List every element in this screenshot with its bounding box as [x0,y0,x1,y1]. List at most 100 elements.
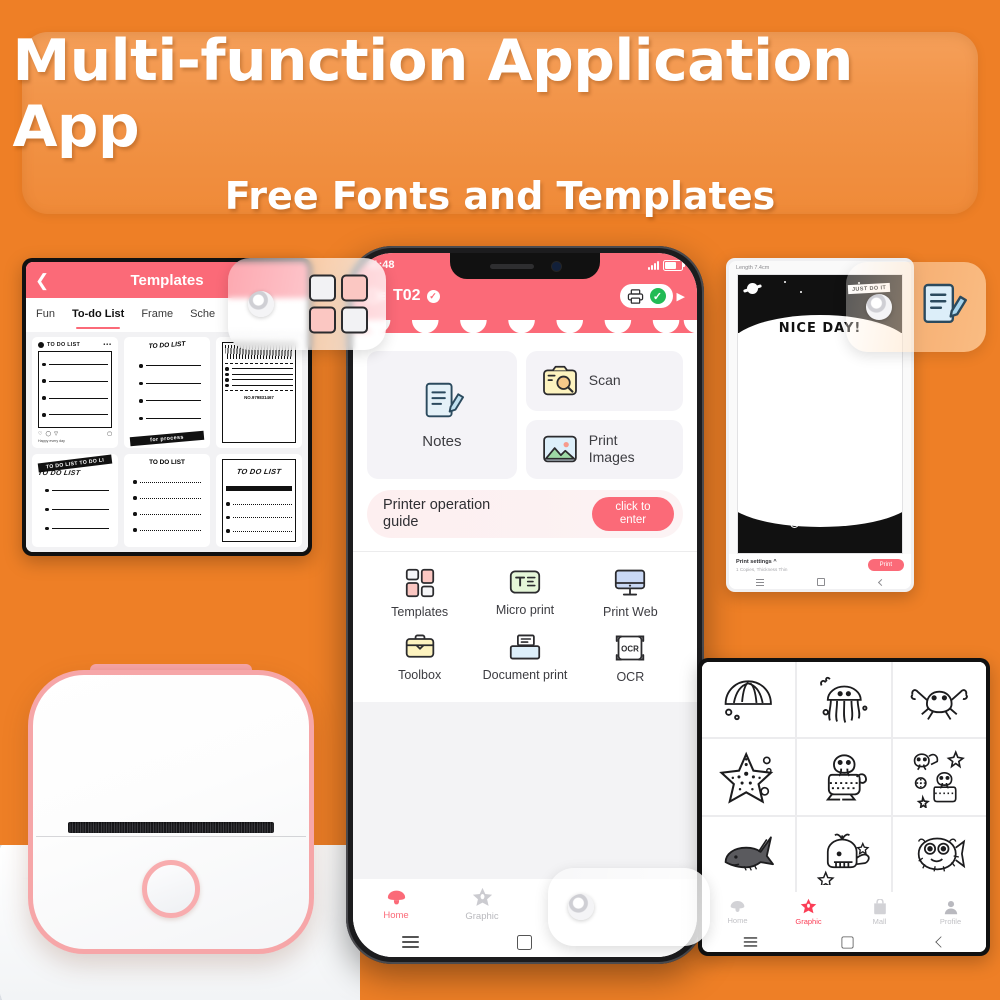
print-button[interactable]: Print [867,559,904,571]
more-dots-icon[interactable]: ••• [103,342,112,348]
template-thumbnail[interactable]: TO DO LIST [124,454,210,547]
notes-pencil-icon [425,383,464,418]
tab-home[interactable]: Home [702,899,773,925]
square-icon[interactable] [841,936,854,948]
tab-todo-list[interactable]: To-do List [72,308,124,329]
tab-schedule[interactable]: Sche [190,308,215,322]
tab-frame[interactable]: Frame [141,308,173,322]
thumb-body [130,353,204,431]
sticker-jellyfish[interactable] [797,662,891,738]
mini-thermal-printer [28,664,314,954]
sticker-starfish[interactable] [702,739,796,815]
print-settings-row: Print settings ^ 1 Copies, Thickness Thi… [729,554,911,575]
function-label: OCR [616,670,645,684]
template-thumbnail[interactable]: TO DO LIST for process [124,337,210,449]
function-document-print[interactable]: Document print [472,633,577,684]
monitor-web-icon [615,569,646,596]
tab-label: Home [727,916,748,925]
sticker-scallop-shell[interactable] [702,662,796,738]
quick-action-label: Scan [588,372,621,389]
print-settings-text[interactable]: Print settings ^ 1 Copies, Thickness Thi… [736,559,787,572]
tab-profile[interactable]: Profile [915,899,986,926]
mushroom-home-icon [730,901,745,912]
templates-badge [228,258,386,350]
square-icon[interactable] [817,578,826,586]
document-printer-icon [509,634,541,660]
sticker-shark[interactable] [702,816,796,892]
back-icon[interactable] [878,578,886,586]
check-circle-icon: ✓ [649,288,666,304]
connection-status[interactable]: ✓ ▶ [619,284,685,308]
toolbox-icon [405,634,434,658]
thumb-title: TO DO LIST [37,470,81,478]
tab-graphic[interactable]: Graphic [773,898,844,926]
printer-guide-bar[interactable]: Printer operation guide click to enter [367,490,683,538]
template-thumbnail[interactable]: NO.979831467 [216,337,302,449]
heart-icon: ♡ [38,431,43,438]
lens-icon [568,894,594,920]
graphics-screen: Home Graphic Mall Profile [702,662,986,952]
power-button-icon[interactable] [142,860,200,918]
sticker-crab[interactable] [892,662,986,738]
bullet-icon [38,342,44,348]
click-to-enter-button[interactable]: click to enter [592,497,674,531]
sticker-pufferfish[interactable] [892,816,986,892]
notes-badge [846,262,986,352]
bag-mall-icon [873,898,886,914]
quick-action-notes[interactable]: Notes [367,351,517,479]
grid-templates-icon [309,274,368,334]
menu-icon[interactable] [744,941,758,943]
chevron-right-icon[interactable]: ▶ [677,290,685,303]
thumb-footer-icons: ♡ ◯ ▽ ▢ [38,431,112,437]
sticker-whale[interactable] [797,816,891,892]
star-graphic-icon [472,887,492,906]
thumb-caption: for process [129,431,205,447]
grid-templates-icon [405,568,434,598]
mushroom-home-icon [387,890,405,904]
tab-home[interactable]: Home [353,888,439,921]
back-icon[interactable] [934,936,947,948]
bottom-tabbar: Home Graphic Mall Profile [702,892,986,932]
app-body: Notes Scan Print Images Printer operatio… [353,333,697,879]
thumb-title: TO DO LIST [236,467,282,477]
tab-graphic[interactable]: Graphic [439,887,525,922]
tab-label: Graphic [465,910,499,922]
sticker-walrus[interactable] [797,739,891,815]
canvas-bottom-artwork [738,497,902,553]
square-icon[interactable] [517,934,533,950]
menu-icon[interactable] [755,581,764,583]
function-ocr[interactable]: OCR OCR [578,633,683,684]
battery-icon [663,259,685,271]
thumb-body: TO DO LIST [222,459,296,542]
function-templates[interactable]: Templates [367,568,472,619]
tab-mall[interactable]: Mall [844,898,915,926]
printer-seam [36,836,306,837]
template-thumbnail[interactable]: TO DO LIST ••• ♡ ◯ ▽ ▢ Happy every day [32,337,118,449]
menu-icon[interactable] [402,941,420,943]
quick-action-scan[interactable]: Scan [525,351,683,411]
phone-notch [450,253,600,279]
status-icons [648,259,685,271]
thumb-serial: NO.979831467 [244,395,274,400]
template-thumbnail[interactable]: TO DO LIST TO DO LI TO DO LIST [32,454,118,547]
signal-bars-icon [648,260,659,270]
tab-fun[interactable]: Fun [36,308,55,322]
quick-action-label: Print Images [588,432,635,466]
guide-text: Printer operation guide [383,496,491,530]
sticker-walrus-group[interactable] [892,739,986,815]
page-title: Multi-function Application App [12,28,853,160]
tab-label: Mall [872,916,887,926]
thumb-body [38,477,112,542]
system-nav-bar [729,575,911,589]
template-thumbnail[interactable]: TO DO LIST [216,454,302,547]
micro-text-icon [509,570,541,594]
chevron-up-icon: ^ [773,559,777,565]
tab-label: Profile [939,916,962,926]
status-pill[interactable]: ✓ [619,284,673,308]
function-micro-print[interactable]: Micro print [472,568,577,619]
quick-action-print-images[interactable]: Print Images [525,419,683,479]
function-toolbox[interactable]: Toolbox [367,633,472,684]
empty-scroll-area [353,702,697,879]
function-print-web[interactable]: Print Web [578,568,683,619]
thumb-title-row: TO DO LIST ••• [38,342,112,348]
